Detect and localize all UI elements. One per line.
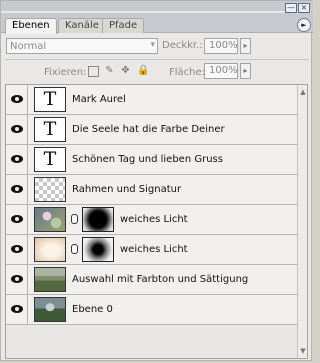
layer-row[interactable]: T Schönen Tag und lieben Gruss	[6, 145, 307, 175]
move-lock-icon[interactable]: ✥	[120, 66, 131, 77]
visibility-toggle[interactable]	[6, 145, 28, 174]
eye-icon	[11, 95, 23, 103]
lock-label: Fixieren:	[44, 67, 87, 78]
visibility-toggle[interactable]	[6, 85, 28, 114]
tab-kanaele[interactable]: Kanäle	[58, 18, 106, 33]
blend-opacity-row: Normal ▾ Deckkr.: 100% ▸	[1, 34, 313, 59]
image-layer-thumbnail	[34, 297, 66, 322]
layer-row[interactable]: weiches Licht	[6, 235, 307, 265]
layer-row[interactable]: T Die Seele hat die Farbe Deiner	[6, 115, 307, 145]
fill-slider-button[interactable]: ▸	[240, 63, 251, 79]
eye-icon	[11, 155, 23, 163]
layer-row[interactable]: T Mark Aurel	[6, 85, 307, 115]
scrollbar[interactable]: ▲ ▼	[297, 85, 307, 358]
link-icon[interactable]	[71, 244, 78, 254]
eye-icon	[11, 245, 23, 253]
layer-name: Schönen Tag und lieben Gruss	[72, 154, 223, 165]
layer-mask-thumbnail[interactable]	[82, 207, 114, 232]
visibility-toggle[interactable]	[6, 295, 28, 324]
layer-row[interactable]: Auswahl mit Farbton und Sättigung	[6, 265, 307, 295]
opacity-slider-button[interactable]: ▸	[240, 38, 251, 54]
image-layer-thumbnail	[34, 267, 66, 292]
opacity-label: Deckkr.:	[162, 40, 203, 51]
visibility-toggle[interactable]	[6, 235, 28, 264]
visibility-toggle[interactable]	[6, 265, 28, 294]
scroll-down-icon[interactable]: ▼	[299, 346, 307, 356]
layer-name: Mark Aurel	[72, 94, 126, 105]
visibility-toggle[interactable]	[6, 175, 28, 204]
layer-name: Ebene 0	[72, 304, 113, 315]
scroll-up-icon[interactable]: ▲	[299, 87, 307, 97]
close-icon[interactable]: ×	[298, 3, 310, 13]
image-layer-thumbnail	[34, 207, 66, 232]
transparency-lock-icon[interactable]	[88, 66, 99, 77]
text-layer-thumbnail: T	[34, 87, 66, 112]
layer-name: Die Seele hat die Farbe Deiner	[72, 124, 225, 135]
lock-fill-row: Fixieren: ✎ ✥ 🔒 Fläche: 100% ▸	[1, 60, 313, 84]
blend-mode-select[interactable]: Normal ▾	[6, 38, 158, 54]
blend-mode-value: Normal	[10, 41, 47, 52]
fill-field[interactable]: 100%	[204, 63, 238, 79]
brush-lock-icon[interactable]: ✎	[104, 66, 115, 77]
tab-pfade[interactable]: Pfade	[102, 18, 145, 33]
layer-row[interactable]: Rahmen und Signatur	[6, 175, 307, 205]
link-icon[interactable]	[71, 214, 78, 224]
tab-ebenen[interactable]: Ebenen	[5, 18, 57, 34]
layer-name: weiches Licht	[120, 214, 188, 225]
layer-row[interactable]: weiches Licht	[6, 205, 307, 235]
panel-title-strip	[1, 1, 313, 11]
layers-list[interactable]: T Mark Aurel T Die Seele hat die Farbe D…	[5, 84, 308, 359]
text-layer-thumbnail: T	[34, 147, 66, 172]
layers-panel: — × Ebenen Kanäle Pfade ► Normal ▾ Deckk…	[0, 0, 313, 361]
layer-name: Auswahl mit Farbton und Sättigung	[72, 274, 249, 285]
text-layer-thumbnail: T	[34, 117, 66, 142]
layer-mask-thumbnail[interactable]	[82, 237, 114, 262]
visibility-toggle[interactable]	[6, 115, 28, 144]
tab-bar: Ebenen Kanäle Pfade ►	[1, 13, 313, 34]
chevron-down-icon: ▾	[150, 40, 155, 50]
opacity-field[interactable]: 100%	[204, 38, 238, 54]
minimize-icon[interactable]: —	[285, 3, 297, 13]
padlock-icon[interactable]: 🔒	[137, 66, 149, 77]
layer-name: weiches Licht	[120, 244, 188, 255]
image-layer-thumbnail	[34, 237, 66, 262]
fill-label: Fläche:	[169, 67, 206, 78]
layer-row[interactable]: Ebene 0	[6, 295, 307, 325]
visibility-toggle[interactable]	[6, 205, 28, 234]
layer-name: Rahmen und Signatur	[72, 184, 182, 195]
eye-icon	[11, 125, 23, 133]
eye-icon	[11, 275, 23, 283]
eye-icon	[11, 215, 23, 223]
transparent-layer-thumbnail	[34, 177, 66, 202]
panel-menu-icon[interactable]: ►	[297, 18, 311, 32]
eye-icon	[11, 305, 23, 313]
eye-icon	[11, 185, 23, 193]
